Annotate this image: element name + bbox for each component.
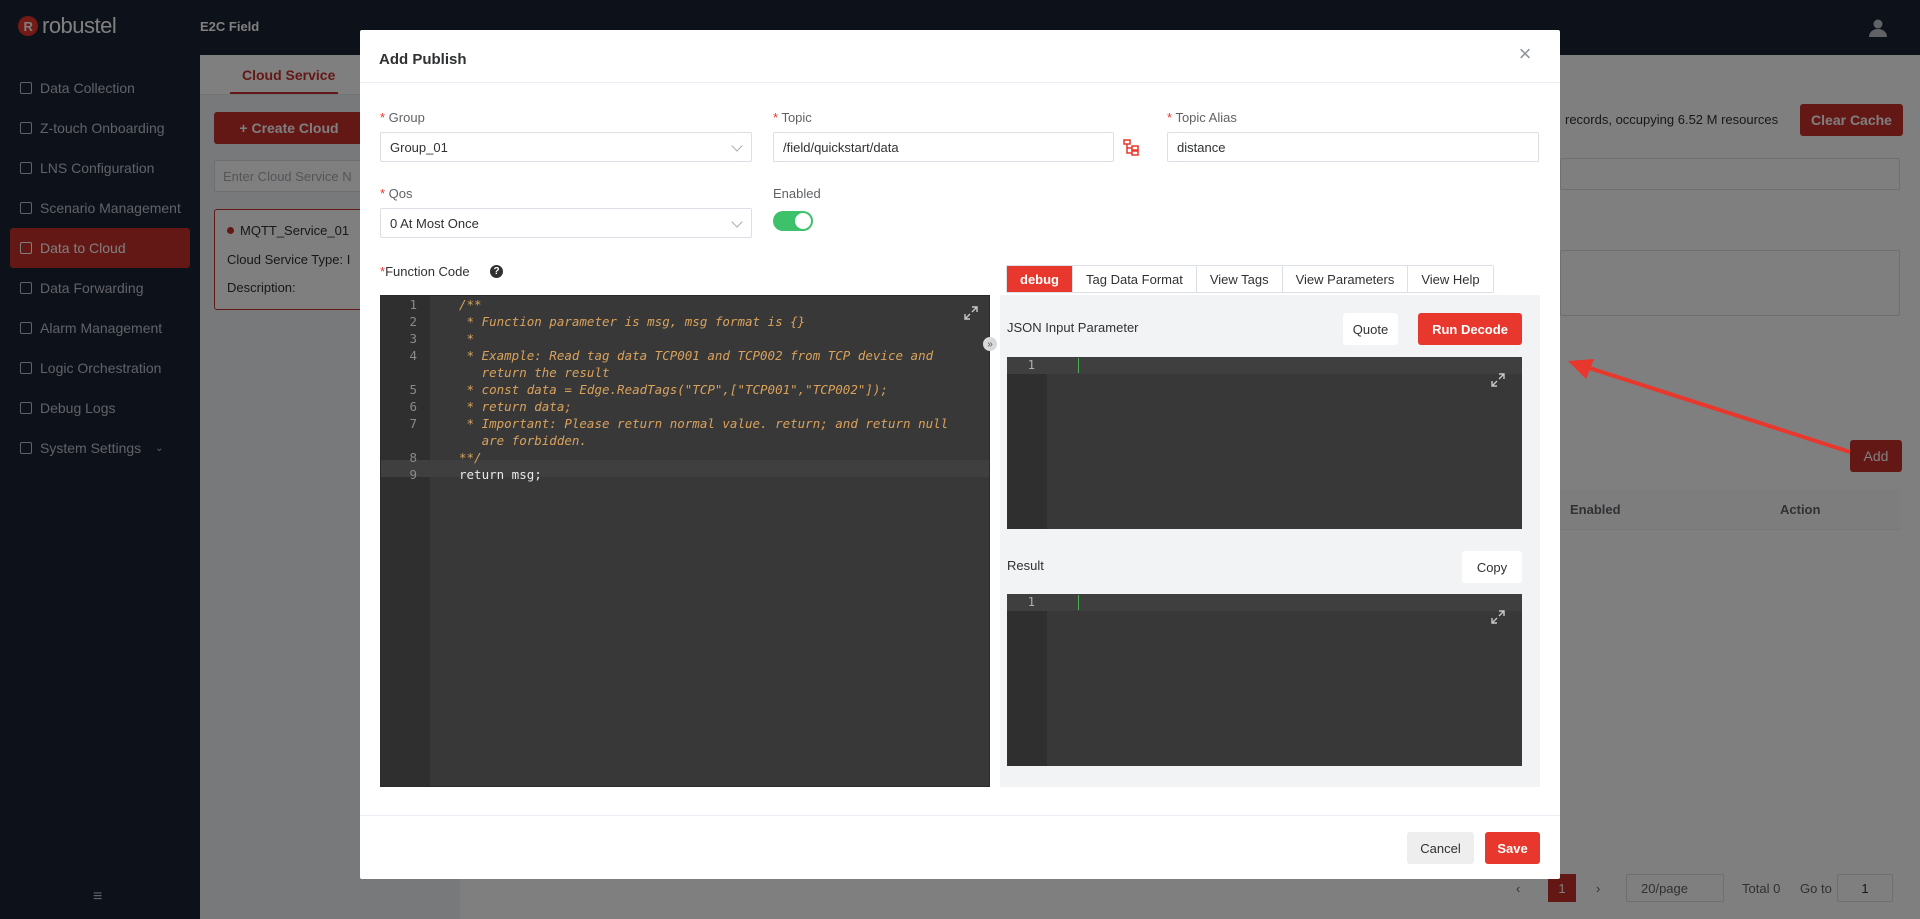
- code-line: 9 return msg;: [409, 467, 542, 482]
- topic-tree-icon[interactable]: [1122, 138, 1140, 156]
- function-code-label: *Function Code: [380, 264, 470, 279]
- tab-view-tags[interactable]: View Tags: [1196, 266, 1283, 292]
- line-number: 1: [1027, 358, 1035, 372]
- text-cursor: [1078, 358, 1079, 373]
- group-label: * Group: [380, 110, 425, 125]
- quote-button[interactable]: Quote: [1343, 313, 1398, 345]
- text-cursor: [1078, 595, 1079, 610]
- cancel-button[interactable]: Cancel: [1407, 832, 1474, 864]
- toggle-knob: [795, 213, 811, 229]
- enabled-label: Enabled: [773, 186, 821, 201]
- code-line: are forbidden.: [459, 433, 587, 448]
- chevron-down-icon: [731, 140, 743, 152]
- code-line: 4 * Example: Read tag data TCP001 and TC…: [409, 348, 934, 363]
- code-line: 8 **/: [409, 450, 482, 465]
- expand-editor-icon[interactable]: [1491, 610, 1505, 627]
- code-line: 5 * const data = Edge.ReadTags("TCP",["T…: [409, 382, 888, 397]
- save-button[interactable]: Save: [1485, 832, 1540, 864]
- copy-button[interactable]: Copy: [1462, 551, 1522, 583]
- dialog-footer-divider: [360, 815, 1560, 816]
- line-number: 1: [1027, 595, 1035, 609]
- code-line: 6 * return data;: [409, 399, 572, 414]
- close-icon[interactable]: ×: [1515, 43, 1535, 65]
- result-editor[interactable]: 1: [1007, 594, 1522, 766]
- tab-view-parameters[interactable]: View Parameters: [1282, 266, 1409, 292]
- topic-alias-input[interactable]: distance: [1167, 132, 1539, 162]
- dialog-title: Add Publish: [379, 51, 467, 68]
- debug-tabs: debug Tag Data Format View Tags View Par…: [1006, 265, 1494, 293]
- add-publish-dialog: Add Publish × * Group Group_01 * Topic /…: [360, 30, 1560, 879]
- editor-gutter: [1007, 357, 1047, 529]
- expand-editor-icon[interactable]: [964, 306, 978, 320]
- topic-input[interactable]: /field/quickstart/data: [773, 132, 1114, 162]
- json-input-label: JSON Input Parameter: [1007, 320, 1139, 335]
- splitter-handle-icon[interactable]: »: [983, 337, 997, 351]
- function-code-editor[interactable]: 1/** 2 * Function parameter is msg, msg …: [380, 295, 990, 787]
- help-icon[interactable]: ?: [490, 265, 503, 278]
- topic-alias-label: * Topic Alias: [1167, 110, 1237, 125]
- code-line: 3 *: [409, 331, 475, 346]
- active-line-highlight: [1007, 594, 1522, 611]
- group-select[interactable]: Group_01: [380, 132, 752, 162]
- enabled-toggle[interactable]: [773, 211, 813, 231]
- run-decode-button[interactable]: Run Decode: [1418, 313, 1522, 345]
- chevron-down-icon: [731, 216, 743, 228]
- tab-tag-data-format[interactable]: Tag Data Format: [1073, 266, 1197, 292]
- expand-editor-icon[interactable]: [1491, 373, 1505, 390]
- json-input-editor[interactable]: 1: [1007, 357, 1522, 529]
- topic-label: * Topic: [773, 110, 812, 125]
- code-line: 1/**: [409, 297, 482, 312]
- dialog-header: [360, 30, 1560, 83]
- active-line-highlight: [1007, 357, 1522, 374]
- group-select-value: Group_01: [390, 139, 448, 155]
- code-line: 7 * Important: Please return normal valu…: [409, 416, 949, 431]
- qos-select-value: 0 At Most Once: [390, 215, 479, 231]
- qos-select[interactable]: 0 At Most Once: [380, 208, 752, 238]
- tab-view-help[interactable]: View Help: [1408, 266, 1493, 292]
- code-line: return the result: [459, 365, 610, 380]
- qos-label: * Qos: [380, 186, 413, 201]
- tab-debug[interactable]: debug: [1007, 266, 1073, 292]
- result-label: Result: [1007, 558, 1044, 573]
- annotation-arrow-icon: [1568, 359, 1851, 454]
- code-line: 2 * Function parameter is msg, msg forma…: [409, 314, 806, 329]
- editor-gutter: [1007, 594, 1047, 766]
